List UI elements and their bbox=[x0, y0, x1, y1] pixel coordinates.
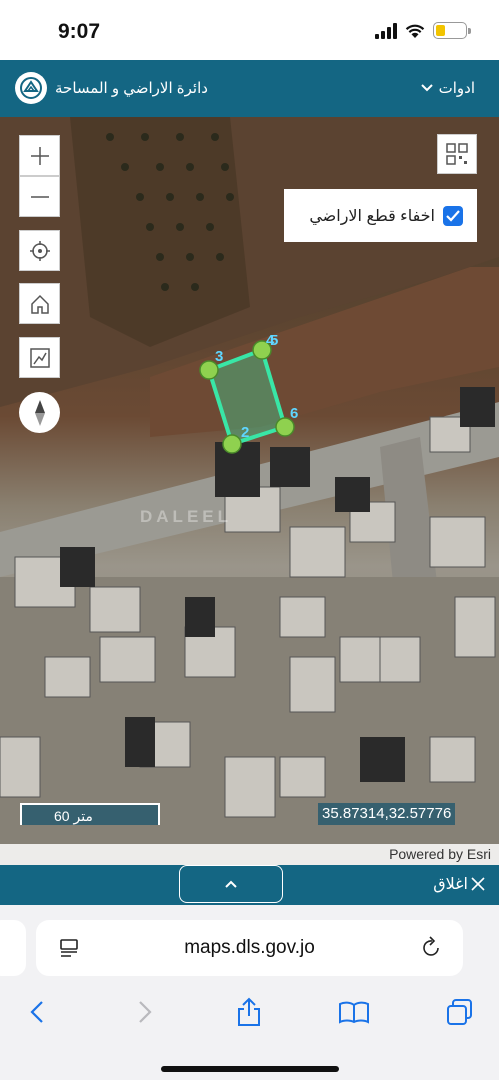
back-icon bbox=[30, 1001, 43, 1023]
qr-button[interactable] bbox=[437, 134, 477, 174]
hide-parcels-toggle[interactable]: اخفاء قطع الاراضي bbox=[284, 189, 477, 242]
attribution: Powered by Esri bbox=[0, 844, 499, 865]
map-view[interactable]: 2 3 4 5 6 DALEEL اخفاء قطع الاراضي 60 مت… bbox=[0, 117, 499, 865]
app-title: دائرة الاراضي و المساحة bbox=[55, 80, 208, 97]
reload-icon[interactable] bbox=[421, 935, 443, 959]
home-button[interactable] bbox=[19, 283, 60, 324]
home-icon bbox=[30, 294, 49, 314]
qr-icon bbox=[446, 143, 468, 165]
share-icon bbox=[238, 997, 260, 1026]
hide-parcels-checkbox[interactable] bbox=[443, 205, 463, 226]
share-button[interactable] bbox=[231, 996, 267, 1028]
url-text: maps.dls.gov.jo bbox=[184, 937, 315, 958]
signal-icon bbox=[375, 22, 397, 39]
back-button[interactable] bbox=[19, 996, 55, 1028]
chevron-up-icon bbox=[225, 880, 237, 888]
tools-menu[interactable]: ادوات bbox=[420, 79, 475, 97]
app-header: دائرة الاراضي و المساحة ادوات bbox=[0, 60, 499, 117]
zoom-in-button[interactable] bbox=[19, 135, 60, 176]
measure-icon bbox=[29, 347, 50, 368]
browser-chrome: maps.dls.gov.jo bbox=[0, 905, 499, 1080]
expand-panel-button[interactable] bbox=[179, 865, 283, 903]
status-icons bbox=[375, 22, 471, 39]
status-time: 9:07 bbox=[58, 20, 101, 43]
watermark: DALEEL bbox=[140, 507, 232, 526]
hide-parcels-label: اخفاء قطع الاراضي bbox=[309, 207, 435, 225]
vertex-label-2: 2 bbox=[241, 424, 249, 441]
compass-icon bbox=[34, 399, 45, 426]
home-indicator bbox=[161, 1066, 339, 1072]
forward-icon bbox=[139, 1001, 152, 1023]
tools-label: ادوات bbox=[438, 80, 475, 97]
close-icon bbox=[471, 877, 485, 891]
zoom-in-icon bbox=[30, 146, 49, 165]
logo-icon[interactable] bbox=[15, 72, 47, 104]
compass-button[interactable] bbox=[19, 392, 60, 433]
battery-icon bbox=[433, 22, 471, 39]
wifi-icon bbox=[405, 24, 425, 38]
bookmarks-icon bbox=[339, 1001, 369, 1024]
checkmark-icon bbox=[446, 209, 460, 222]
close-button[interactable]: اغلاق bbox=[433, 874, 485, 894]
coordinates-readout: 35.87314,32.57776 bbox=[318, 803, 456, 825]
close-label: اغلاق bbox=[433, 876, 468, 893]
vertex-label-6: 6 bbox=[290, 405, 298, 422]
tabs-button[interactable] bbox=[442, 996, 478, 1028]
bookmarks-button[interactable] bbox=[336, 996, 372, 1028]
zoom-out-button[interactable] bbox=[19, 176, 60, 217]
measure-button[interactable] bbox=[19, 337, 60, 378]
vertex-label-3: 3 bbox=[215, 348, 223, 365]
zoom-out-icon bbox=[30, 195, 49, 198]
vertex-label-5: 5 bbox=[270, 332, 278, 349]
scale-bar: 60 متر bbox=[20, 803, 160, 825]
forward-button[interactable] bbox=[127, 996, 163, 1028]
locate-button[interactable] bbox=[19, 230, 60, 271]
bottom-panel-bar: اغلاق bbox=[0, 865, 499, 905]
address-bar[interactable]: maps.dls.gov.jo bbox=[36, 920, 463, 976]
browser-toolbar bbox=[0, 990, 499, 1035]
previous-tab[interactable] bbox=[0, 920, 26, 976]
locate-icon bbox=[29, 240, 50, 261]
chevron-down-icon bbox=[420, 84, 433, 92]
status-bar: 9:07 bbox=[0, 0, 499, 60]
tabs-icon bbox=[447, 999, 472, 1025]
